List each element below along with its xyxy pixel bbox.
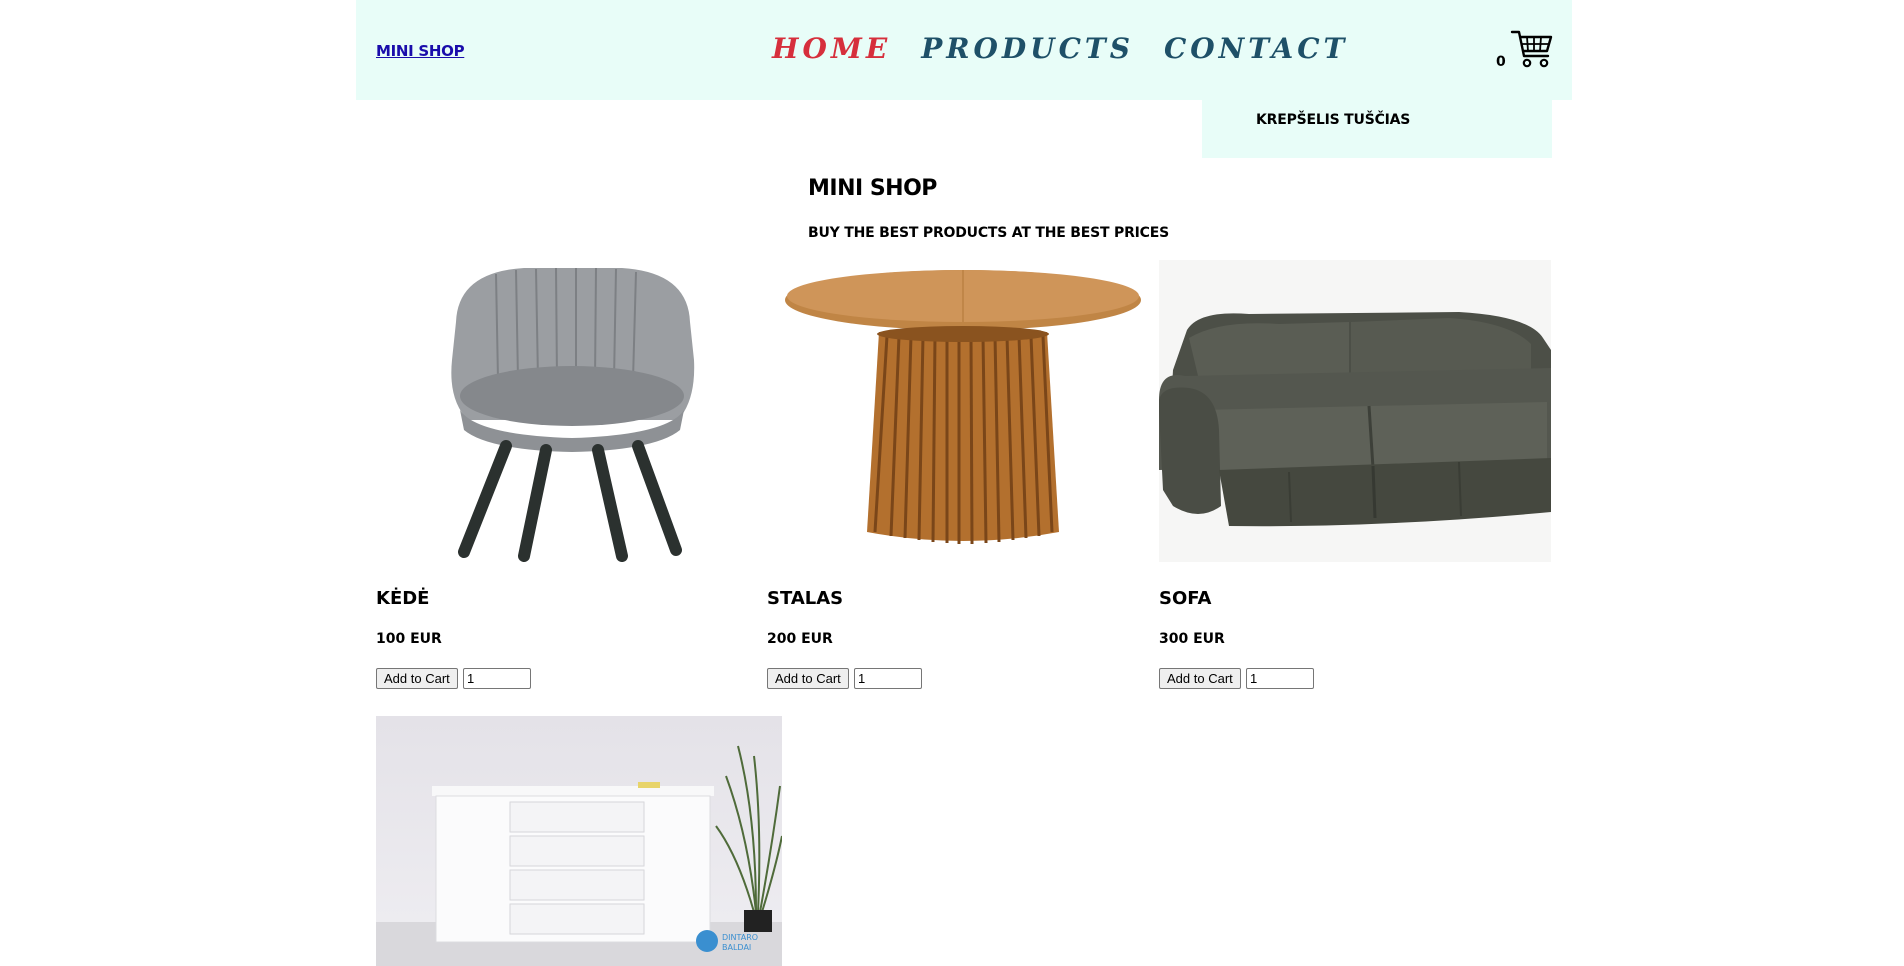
add-to-cart-button[interactable]: Add to Cart bbox=[767, 668, 849, 689]
sideboard-image: DINTARO BALDAI bbox=[376, 716, 782, 966]
quantity-input[interactable] bbox=[463, 668, 531, 689]
cart-dropdown: KREPŠELIS TUŠČIAS bbox=[1202, 100, 1552, 158]
cart-empty-text: KREPŠELIS TUŠČIAS bbox=[1256, 112, 1411, 128]
product-name: STALAS bbox=[767, 588, 844, 609]
nav-contact[interactable]: CONTACT bbox=[1164, 32, 1348, 65]
add-to-cart-button[interactable]: Add to Cart bbox=[1159, 668, 1241, 689]
product-card: STALAS 200 EUR Add to Cart bbox=[767, 260, 1159, 700]
page-subtitle: BUY THE BEST PRODUCTS AT THE BEST PRICES bbox=[808, 225, 1169, 241]
product-price: 100 EUR bbox=[376, 631, 442, 647]
product-card: DINTARO BALDAI bbox=[376, 716, 782, 966]
svg-text:BALDAI: BALDAI bbox=[722, 943, 751, 952]
svg-text:DINTARO: DINTARO bbox=[722, 933, 758, 942]
nav-products[interactable]: PRODUCTS bbox=[921, 32, 1134, 65]
main-nav: HOME PRODUCTS CONTACT bbox=[772, 32, 1348, 65]
shopping-cart-icon[interactable] bbox=[1510, 26, 1554, 70]
product-name: KĖDĖ bbox=[376, 588, 430, 609]
cart-count: 0 bbox=[1496, 54, 1506, 70]
cart-button[interactable]: 0 bbox=[1496, 26, 1566, 74]
page: MINI SHOP HOME PRODUCTS CONTACT 0 KREPŠE… bbox=[356, 0, 1572, 966]
logo-link[interactable]: MINI SHOP bbox=[376, 42, 465, 60]
sofa-image bbox=[1159, 260, 1551, 562]
quantity-input[interactable] bbox=[854, 668, 922, 689]
table-image bbox=[767, 260, 1159, 562]
product-card: KĖDĖ 100 EUR Add to Cart bbox=[376, 260, 768, 700]
chair-image bbox=[376, 260, 768, 562]
add-to-cart-button[interactable]: Add to Cart bbox=[376, 668, 458, 689]
product-card: SOFA 300 EUR Add to Cart bbox=[1159, 260, 1551, 700]
nav-home[interactable]: HOME bbox=[772, 32, 891, 65]
site-header: MINI SHOP HOME PRODUCTS CONTACT 0 bbox=[356, 0, 1572, 100]
product-price: 300 EUR bbox=[1159, 631, 1225, 647]
product-price: 200 EUR bbox=[767, 631, 833, 647]
quantity-input[interactable] bbox=[1246, 668, 1314, 689]
page-title: MINI SHOP bbox=[808, 176, 937, 201]
product-name: SOFA bbox=[1159, 588, 1212, 609]
